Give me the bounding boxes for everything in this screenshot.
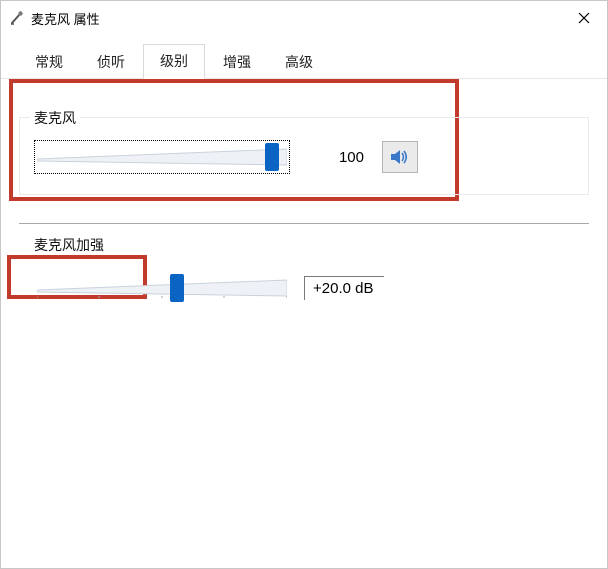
tab-content-levels: 麦克风 100 bbox=[1, 79, 607, 326]
speaker-icon bbox=[390, 148, 410, 166]
mic-group: 麦克风 100 bbox=[19, 117, 589, 195]
tab-general[interactable]: 常规 bbox=[19, 46, 79, 79]
properties-window: 麦克风 属性 常规 侦听 级别 增强 高级 麦克风 bbox=[0, 0, 608, 569]
mic-group-label: 麦克风 bbox=[30, 108, 80, 128]
mic-slider[interactable] bbox=[37, 143, 287, 171]
mic-slider-row: 100 bbox=[34, 140, 574, 174]
close-button[interactable] bbox=[561, 1, 607, 35]
mic-slider-focus bbox=[34, 140, 290, 174]
separator bbox=[19, 223, 589, 224]
boost-slider-track-bg bbox=[37, 278, 287, 298]
mic-slider-thumb[interactable] bbox=[265, 143, 279, 171]
boost-slider-row: +20.0 dB bbox=[34, 271, 574, 305]
boost-group: 麦克风加强 bbox=[19, 244, 589, 326]
mute-button[interactable] bbox=[382, 141, 418, 173]
tabstrip: 常规 侦听 级别 增强 高级 bbox=[1, 35, 607, 79]
boost-group-label: 麦克风加强 bbox=[30, 235, 108, 255]
boost-slider[interactable] bbox=[37, 274, 287, 302]
titlebar: 麦克风 属性 bbox=[1, 1, 607, 35]
boost-value: +20.0 dB bbox=[304, 276, 384, 300]
tab-levels[interactable]: 级别 bbox=[143, 44, 205, 79]
mic-icon bbox=[9, 10, 25, 26]
tab-advanced[interactable]: 高级 bbox=[269, 46, 329, 79]
boost-slider-thumb[interactable] bbox=[170, 274, 184, 302]
mic-value: 100 bbox=[304, 149, 368, 166]
mic-slider-track-bg bbox=[37, 147, 287, 167]
tab-enhance[interactable]: 增强 bbox=[207, 46, 267, 79]
window-title: 麦克风 属性 bbox=[31, 9, 100, 28]
tab-listen[interactable]: 侦听 bbox=[81, 46, 141, 79]
close-icon bbox=[578, 12, 590, 24]
